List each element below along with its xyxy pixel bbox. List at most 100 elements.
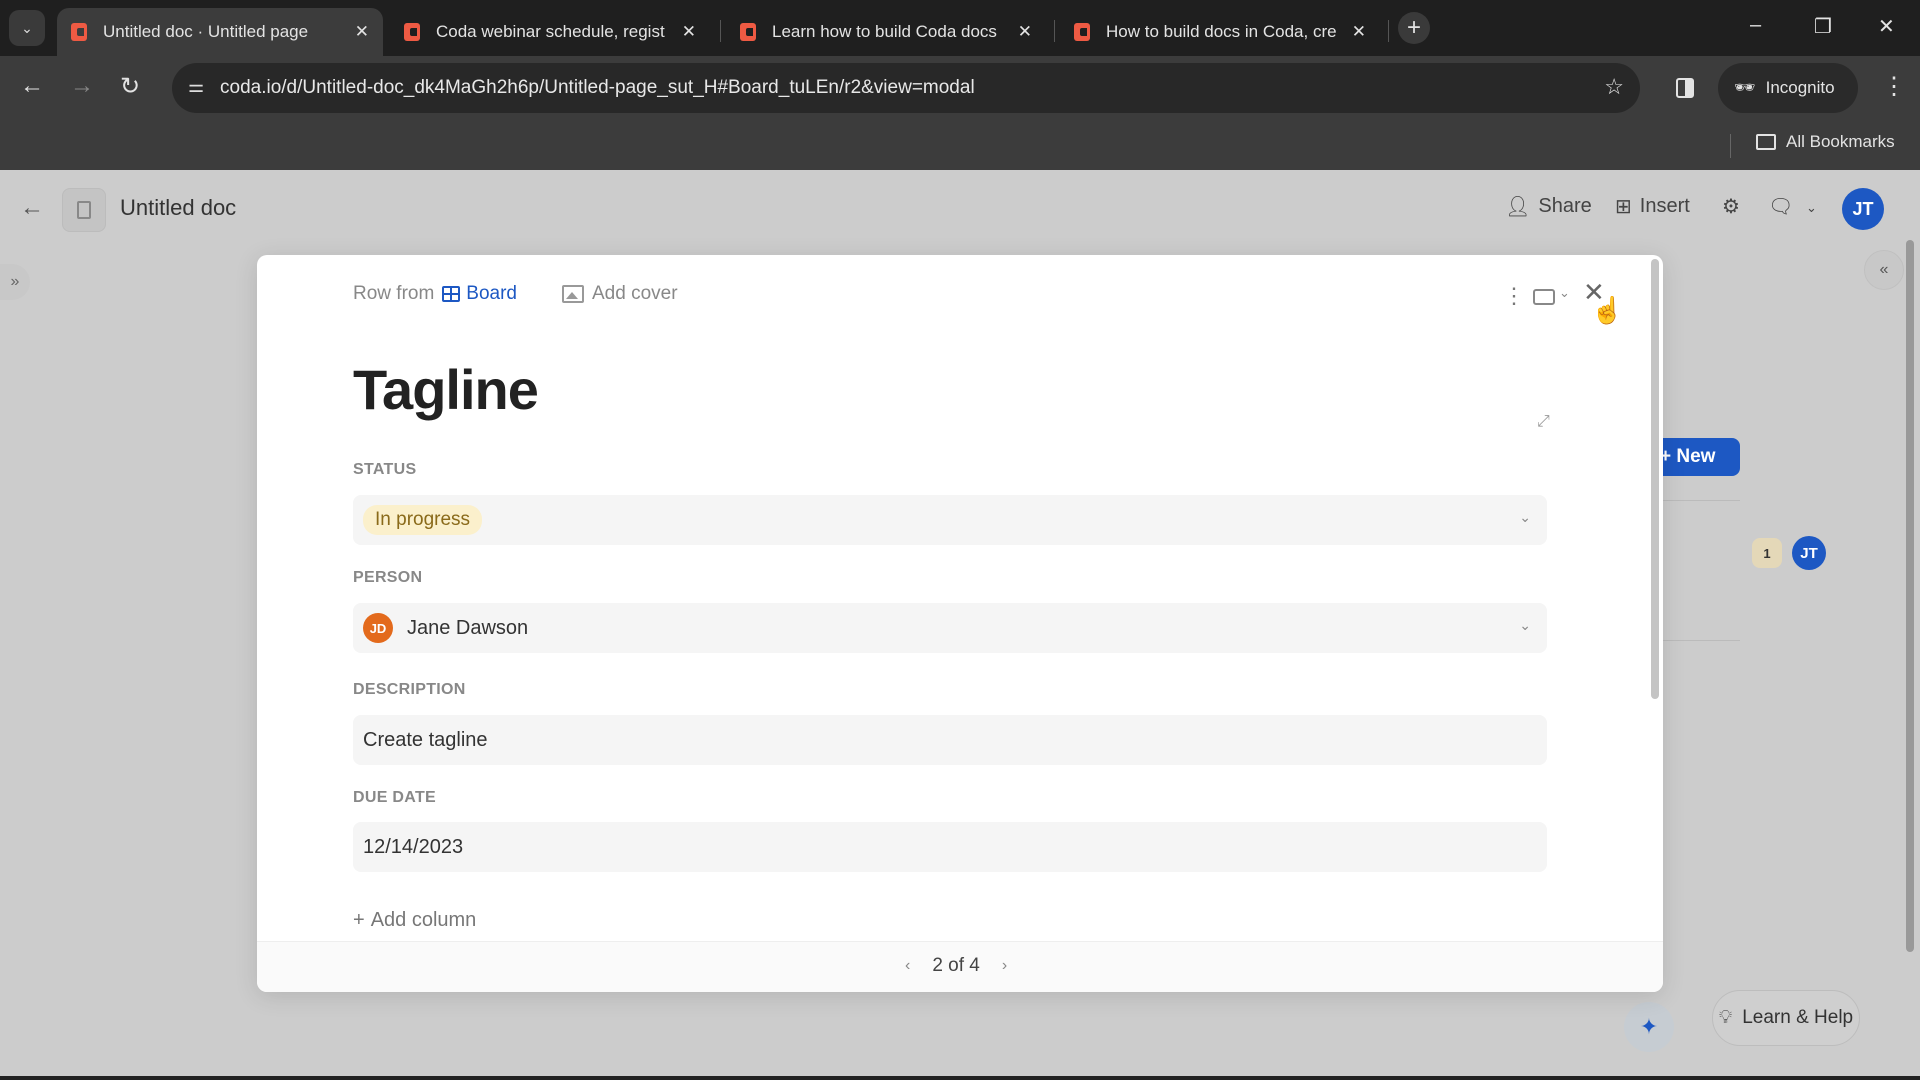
- pointer-cursor-icon: ☝: [1591, 295, 1624, 325]
- back-arrow-icon[interactable]: ←: [20, 72, 44, 100]
- back-arrow-icon[interactable]: ←: [20, 194, 44, 222]
- browser-tab[interactable]: Untitled doc · Untitled page ✕: [57, 8, 383, 56]
- row-source: Row from Board: [353, 283, 517, 305]
- bookmarks-bar: All Bookmarks: [0, 120, 1920, 170]
- browser-tab[interactable]: How to build docs in Coda, cre ✕: [1060, 8, 1380, 56]
- plus-icon: +: [353, 909, 365, 931]
- browser-menu-icon[interactable]: ⋮: [1882, 72, 1906, 101]
- bookmarks-separator: [1730, 134, 1731, 158]
- due-date-field[interactable]: 12/14/2023: [353, 822, 1547, 872]
- page-icon: [77, 201, 91, 219]
- bookmark-star-icon[interactable]: ☆: [1604, 74, 1624, 100]
- chevron-down-icon[interactable]: ⌄: [1806, 200, 1817, 216]
- collapse-panel-button[interactable]: «: [1864, 250, 1904, 290]
- due-date-label: DUE DATE: [353, 789, 436, 806]
- all-bookmarks-button[interactable]: All Bookmarks: [1756, 132, 1895, 152]
- browser-tab-bar: ⌄ Untitled doc · Untitled page ✕ Coda we…: [0, 0, 1920, 56]
- doc-icon[interactable]: [62, 188, 106, 232]
- incognito-button[interactable]: 🕶 Incognito: [1718, 63, 1858, 113]
- incognito-icon: 🕶: [1734, 78, 1756, 97]
- share-button[interactable]: 👤︎ Share: [1505, 194, 1592, 219]
- chevron-down-icon: ⌄: [21, 19, 33, 36]
- tab-close-icon[interactable]: ✕: [1018, 22, 1032, 42]
- minimize-icon[interactable]: –: [1750, 14, 1761, 37]
- add-cover-button[interactable]: Add cover: [562, 283, 678, 305]
- chevron-down-icon[interactable]: ⌄: [1559, 285, 1570, 301]
- insert-label: Insert: [1639, 195, 1690, 217]
- chevron-down-icon[interactable]: ⌄: [1519, 617, 1531, 634]
- address-bar[interactable]: ⚌ coda.io/d/Untitled-doc_dk4MaGh2h6p/Unt…: [172, 63, 1640, 113]
- tab-separator: [720, 20, 721, 42]
- side-panel-icon[interactable]: [1676, 78, 1694, 98]
- divider: [1662, 500, 1740, 501]
- tab-title: Untitled doc · Untitled page: [103, 22, 309, 41]
- forward-arrow-icon[interactable]: →: [70, 72, 94, 100]
- source-table-name: Board: [466, 283, 517, 304]
- row-detail-modal: Row from Board Add cover ⋮ ⌄ ✕ ☝ ⤢ Tagli…: [257, 255, 1663, 992]
- bottom-edge: [0, 1076, 1920, 1080]
- due-date-value: 12/14/2023: [363, 835, 464, 858]
- new-tab-button[interactable]: +: [1398, 12, 1430, 44]
- layout-view-icon[interactable]: [1533, 289, 1555, 305]
- source-table-link[interactable]: Board: [442, 283, 517, 305]
- coda-favicon-icon: [404, 23, 420, 41]
- tab-close-icon[interactable]: ✕: [355, 22, 369, 42]
- tab-title: Coda webinar schedule, regist: [436, 22, 665, 41]
- tab-separator: [1054, 20, 1055, 42]
- person-label: PERSON: [353, 569, 423, 586]
- previous-row-icon[interactable]: ‹: [905, 957, 910, 975]
- description-field[interactable]: Create tagline: [353, 715, 1547, 765]
- user-avatar[interactable]: JT: [1842, 188, 1884, 230]
- description-label: DESCRIPTION: [353, 681, 466, 698]
- description-value: Create tagline: [363, 728, 488, 751]
- person-field[interactable]: JD Jane Dawson ⌄: [353, 603, 1547, 653]
- lightbulb-icon: 💡︎: [1718, 1007, 1733, 1028]
- tab-title: Learn how to build Coda docs: [772, 22, 997, 41]
- page-scrollbar[interactable]: [1906, 240, 1914, 952]
- modal-scrollbar[interactable]: [1651, 259, 1659, 699]
- site-settings-icon[interactable]: ⚌: [188, 76, 204, 97]
- comments-icon[interactable]: 🗨︎: [1768, 194, 1793, 219]
- status-field[interactable]: In progress ⌄: [353, 495, 1547, 545]
- row-from-label: Row from: [353, 283, 435, 304]
- chevron-down-icon[interactable]: ⌄: [1519, 509, 1531, 526]
- row-pager: ‹ 2 of 4 ›: [905, 955, 1007, 977]
- table-grid-icon: [442, 286, 461, 302]
- assignee-avatar: JT: [1792, 536, 1826, 570]
- tab-close-icon[interactable]: ✕: [682, 22, 696, 42]
- expand-fullscreen-icon[interactable]: ⤢: [1537, 413, 1550, 431]
- pager-text: 2 of 4: [932, 955, 980, 976]
- person-icon: 👤︎: [1505, 196, 1531, 218]
- share-label: Share: [1538, 195, 1592, 217]
- restore-icon[interactable]: ❐: [1814, 14, 1832, 39]
- add-column-button[interactable]: + Add column: [353, 909, 476, 932]
- double-chevron-right-icon: »: [10, 273, 20, 290]
- comment-count-badge[interactable]: 1: [1752, 538, 1782, 568]
- browser-tab[interactable]: Coda webinar schedule, regist ✕: [390, 8, 710, 56]
- settings-gear-icon[interactable]: ⚙: [1722, 194, 1740, 219]
- person-avatar: JD: [363, 613, 393, 643]
- window-close-icon[interactable]: ✕: [1878, 14, 1895, 39]
- browser-tab[interactable]: Learn how to build Coda docs ✕: [726, 8, 1046, 56]
- ai-assistant-button[interactable]: ✦: [1624, 1002, 1674, 1052]
- learn-help-button[interactable]: 💡︎ Learn & Help: [1712, 990, 1860, 1046]
- next-row-icon[interactable]: ›: [1002, 957, 1007, 975]
- status-label: STATUS: [353, 461, 417, 478]
- insert-button[interactable]: ⊞ Insert: [1615, 194, 1690, 219]
- url-text[interactable]: coda.io/d/Untitled-doc_dk4MaGh2h6p/Untit…: [220, 77, 975, 99]
- new-row-button[interactable]: + New: [1652, 438, 1740, 476]
- tab-title: How to build docs in Coda, cre: [1106, 22, 1337, 41]
- expand-sidebar-button[interactable]: »: [0, 264, 30, 300]
- doc-title[interactable]: Untitled doc: [120, 195, 236, 221]
- tab-search-button[interactable]: ⌄: [9, 10, 45, 46]
- more-options-icon[interactable]: ⋮: [1503, 283, 1525, 309]
- tab-close-icon[interactable]: ✕: [1352, 22, 1366, 42]
- row-title[interactable]: Tagline: [353, 357, 539, 422]
- sparkle-icon: ✦: [1639, 1014, 1659, 1039]
- incognito-label: Incognito: [1765, 78, 1835, 97]
- reload-icon[interactable]: ↻: [120, 72, 140, 101]
- insert-grid-icon: ⊞: [1615, 196, 1632, 218]
- browser-toolbar: ← → ↻ ⚌ coda.io/d/Untitled-doc_dk4MaGh2h…: [0, 56, 1920, 120]
- divider: [1662, 640, 1740, 641]
- image-icon: [562, 285, 584, 303]
